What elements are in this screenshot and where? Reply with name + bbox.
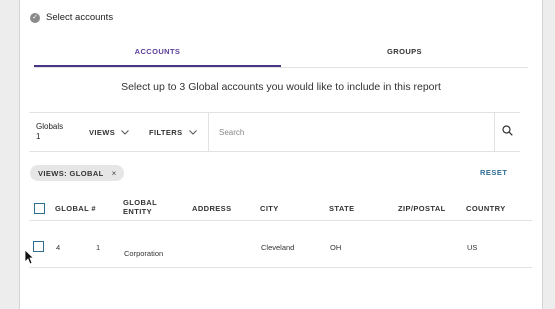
col-global-entity: GLOBAL ENTITY xyxy=(123,198,157,216)
cell-city: Cleveland xyxy=(261,243,295,252)
views-dropdown-label: VIEWS xyxy=(89,127,116,137)
col-global-entity-line2: ENTITY xyxy=(123,207,153,216)
close-icon[interactable]: × xyxy=(112,169,117,178)
table-header: GLOBAL # GLOBAL ENTITY ADDRESS CITY STAT… xyxy=(29,195,532,221)
globals-count: Globals 1 xyxy=(29,122,81,142)
col-address: ADDRESS xyxy=(192,204,232,213)
cell-global-num-a: 4 xyxy=(56,243,61,252)
chevron-down-icon xyxy=(121,128,130,137)
tab-bar: ACCOUNTS GROUPS xyxy=(34,42,528,68)
filters-dropdown-label: FILTERS xyxy=(149,127,183,137)
panel-title: Select accounts xyxy=(46,12,114,23)
table-row[interactable]: 4 1 Corporation Cleveland OH US xyxy=(29,222,532,268)
reset-button[interactable]: RESET xyxy=(480,168,508,177)
chip-label: VIEWS: GLOBAL xyxy=(38,168,104,178)
chevron-down-icon xyxy=(188,128,197,137)
select-all-checkbox[interactable] xyxy=(34,203,45,214)
col-country: COUNTRY xyxy=(466,204,506,213)
cell-country: US xyxy=(467,243,478,252)
cell-entity: Corporation xyxy=(124,249,164,258)
col-global-num: GLOBAL # xyxy=(55,204,96,213)
tab-accounts[interactable]: ACCOUNTS xyxy=(34,42,281,67)
globals-label: Globals xyxy=(36,122,64,131)
filter-bar: Globals 1 VIEWS FILTERS xyxy=(29,112,520,152)
search-input[interactable] xyxy=(209,113,494,151)
cell-state: OH xyxy=(330,243,342,252)
col-city: CITY xyxy=(260,204,279,213)
tab-groups[interactable]: GROUPS xyxy=(281,42,528,67)
row-checkbox[interactable] xyxy=(33,241,44,252)
cell-global-num-b: 1 xyxy=(96,243,101,252)
col-state: STATE xyxy=(329,204,355,213)
mouse-pointer-icon xyxy=(24,249,35,270)
search-icon xyxy=(502,123,513,141)
panel-header: ✓ Select accounts xyxy=(30,12,113,23)
filters-dropdown[interactable]: FILTERS xyxy=(141,113,209,151)
col-global-entity-line1: GLOBAL xyxy=(123,198,158,207)
left-gutter xyxy=(0,0,20,309)
instruction-text: Select up to 3 Global accounts you would… xyxy=(121,81,441,93)
active-view-chip: VIEWS: GLOBAL × xyxy=(30,165,125,181)
check-circle-icon: ✓ xyxy=(30,12,40,23)
search-button[interactable] xyxy=(494,113,520,151)
globals-count-value: 1 xyxy=(36,132,41,141)
col-zip: ZIP/POSTAL xyxy=(398,204,446,213)
right-scroll-gutter xyxy=(542,0,555,309)
views-dropdown[interactable]: VIEWS xyxy=(81,113,141,151)
